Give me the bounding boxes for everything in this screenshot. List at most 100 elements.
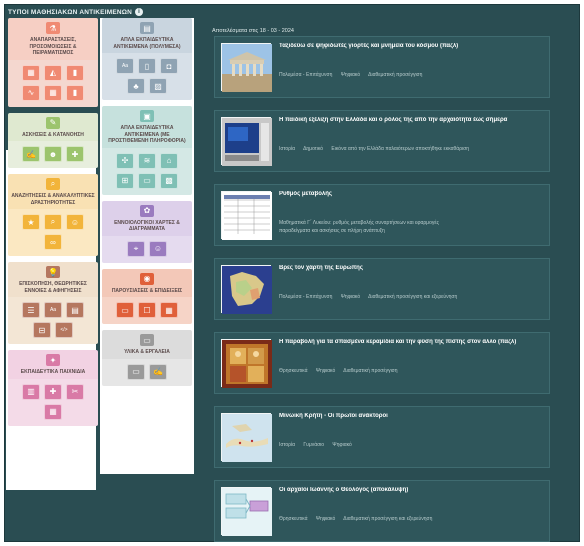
category-tiles: Aa ▯ ◘ ♣ ▨ <box>102 53 192 100</box>
search-icon[interactable]: ⌕ <box>44 214 62 230</box>
bar-chart-icon[interactable]: ▮ <box>66 64 84 81</box>
result-thumbnail[interactable] <box>221 413 272 462</box>
page-icon[interactable]: ▯ <box>138 58 156 74</box>
results-date: Αποτελέσματα στις 18 - 03 - 2024 <box>212 28 294 34</box>
result-meta: Πολυμέσα - Επιτάχυνση Ψηφιακό Διαθεματικ… <box>279 294 458 300</box>
result-meta: Ιστορία Δημοτικό Εικόνα από την Ελλάδα π… <box>279 146 470 152</box>
slides-icon[interactable]: ▭ <box>138 172 156 189</box>
left-category-4[interactable]: ✦ ΕΚΠΑΙΔΕΥΤΙΚΑ ΠΑΙΧΝΙΔΙΑ ▥ ✚ ✂ ▦ <box>8 350 98 426</box>
people-icon[interactable]: ☻ <box>44 146 62 162</box>
category-label: ΑΣΚΗΣΕΙΣ & ΚΑΤΑΝΟΗΣΗ <box>22 131 84 138</box>
puzzle-icon[interactable]: ✚ <box>44 383 62 400</box>
category-tiles: ▦ ◭ ▮ ∿ ▦ ▮ <box>8 59 98 107</box>
person-icon[interactable]: ☺ <box>66 214 84 230</box>
result-thumbnail[interactable] <box>221 265 272 314</box>
puzzle-icon[interactable]: ✚ <box>66 146 84 162</box>
category-header[interactable]: ⌕ ΑΝΑΖΗΤΗΣΕΙΣ & ΑΝΑΚΑΛΥΠΤΙΚΕΣ ΔΡΑΣΤΗΡΙΟΤΗ… <box>8 174 98 209</box>
result-card[interactable]: Μινωική Κρήτη - Οι πρώτοι ανάκτοροι Ιστορ… <box>214 406 550 468</box>
binoculars-icon[interactable]: ∞ <box>44 234 62 250</box>
layout-icon[interactable]: ⊞ <box>116 172 134 189</box>
camera-icon[interactable]: ◘ <box>160 58 178 74</box>
mid-category-3[interactable]: ◉ ΠΑΡΟΥΣΙΑΣΕΙΣ & ΕΠΙΔΕΙΞΕΙΣ ▭ ☐ ▦ <box>102 268 192 324</box>
left-category-1[interactable]: ✎ ΑΣΚΗΣΕΙΣ & ΚΑΤΑΝΟΗΣΗ ✍ ☻ ✚ <box>8 112 98 168</box>
text-icon[interactable]: Aa <box>116 58 134 74</box>
monitor-icon[interactable]: ▭ <box>116 302 134 318</box>
text-icon[interactable]: Aa <box>44 302 62 318</box>
category-label: ΑΝΑΠΑΡΑΣΤΑΣΕΙΣ, ΠΡΟΣΟΜΟΙΩΣΕΙΣ & ΠΕΙΡΑΜΑΤ… <box>29 37 77 56</box>
result-card[interactable]: Βρες τον χάρτη της Ευρώπης Πολυμέσα - Επι… <box>214 258 550 320</box>
category-label: ΠΑΡΟΥΣΙΑΣΕΙΣ & ΕΠΙΔΕΙΞΕΙΣ <box>111 287 183 294</box>
scissors-icon[interactable]: ✂ <box>66 383 84 400</box>
gallery-icon[interactable]: ▩ <box>160 172 178 189</box>
tree-icon[interactable]: ♣ <box>127 78 145 94</box>
result-meta: Πολυμέσα - Επιτάχυνση Ψηφιακό Διαθεματικ… <box>279 72 423 78</box>
mid-category-2[interactable]: ✿ ΕΝΝΟΙΟΛΟΓΙΚΟΙ ΧΑΡΤΕΣ & ΔΙΑΓΡΑΜΜΑΤΑ ⌖ ☺ <box>102 200 192 263</box>
result-card[interactable]: Ταξιδεύω σε ψηφιδωτές γιορτές και μνημεί… <box>214 36 550 98</box>
edit-icon[interactable]: ✍ <box>22 146 40 162</box>
flask-icon: ⚗ <box>46 22 60 34</box>
result-card[interactable]: Η παιδική εξέλιξη στην Ελλάδα και ο ρόλο… <box>214 110 550 172</box>
category-header[interactable]: ▭ ΥΛΙΚΑ & ΕΡΓΑΛΕΙΑ <box>102 330 192 359</box>
left-category-2[interactable]: ⌕ ΑΝΑΖΗΤΗΣΕΙΣ & ΑΝΑΚΑΛΥΠΤΙΚΕΣ ΔΡΑΣΤΗΡΙΟΤΗ… <box>8 174 98 256</box>
category-header[interactable]: ◉ ΠΑΡΟΥΣΙΑΣΕΙΣ & ΕΠΙΔΕΙΞΕΙΣ <box>102 268 192 297</box>
category-header[interactable]: ▤ ΑΠΛΑ ΕΚΠΑΙΔΕΥΤΙΚΑ ΑΝΤΙΚΕΙΜΕΝΑ (ΠΟΛΥΜΕΣΑ… <box>102 18 192 53</box>
board-icon[interactable]: ▦ <box>44 403 62 420</box>
result-title[interactable]: Βρες τον χάρτη της Ευρώπης <box>279 265 543 271</box>
mid-category-4[interactable]: ▭ ΥΛΙΚΑ & ΕΡΓΑΛΕΙΑ ▭ ✍ <box>102 330 192 386</box>
chart-icon[interactable]: ▦ <box>44 84 62 101</box>
cards-icon[interactable]: ▥ <box>22 383 40 400</box>
network-icon[interactable]: ✣ <box>116 152 134 169</box>
left-category-3[interactable]: 💡 ΕΠΙΣΚΟΠΗΣΗ, ΘΕΩΡΗΤΙΚΕΣ ΕΝΝΟΙΕΣ & ΑΦΗΓΗΣ… <box>8 262 98 344</box>
result-meta: Μαθηματικά Γ΄ Λυκείου: ρυθμός μεταβολής … <box>279 220 439 234</box>
result-title[interactable]: Μινωική Κρήτη - Οι πρώτοι ανάκτοροι <box>279 413 543 419</box>
result-title[interactable]: Η παραβολή για τα σπασμένα κεραμίδια και… <box>279 339 543 345</box>
star-icon[interactable]: ★ <box>22 214 40 230</box>
left-category-0[interactable]: ⚗ ΑΝΑΠΑΡΑΣΤΑΣΕΙΣ, ΠΡΟΣΟΜΟΙΩΣΕΙΣ & ΠΕΙΡΑΜΑ… <box>8 18 98 107</box>
mid-category-0[interactable]: ▤ ΑΠΛΑ ΕΚΠΑΙΔΕΥΤΙΚΑ ΑΝΤΙΚΕΙΜΕΝΑ (ΠΟΛΥΜΕΣΑ… <box>102 18 192 100</box>
result-thumbnail[interactable] <box>221 191 272 240</box>
category-header[interactable]: 💡 ΕΠΙΣΚΟΠΗΣΗ, ΘΕΩΡΗΤΙΚΕΣ ΕΝΝΟΙΕΣ & ΑΦΗΓΗΣ… <box>8 262 98 297</box>
result-card[interactable]: Οι αρχαίοι Ιωάννης ο Θεολόγος (αποκάλυψη… <box>214 480 550 542</box>
chart-icon[interactable]: ▦ <box>22 64 40 81</box>
wave-icon[interactable]: ∿ <box>22 84 40 101</box>
result-thumbnail[interactable] <box>221 117 272 166</box>
wifi-icon[interactable]: ≋ <box>138 152 156 169</box>
result-meta: Θρησκευτικά Ψηφιακό Διαθεματική προσέγγι… <box>279 368 398 374</box>
window-icon[interactable]: ▭ <box>127 363 145 380</box>
result-thumbnail[interactable] <box>221 339 272 388</box>
image-icon[interactable]: ▨ <box>149 78 167 94</box>
page-title: ΤΥΠΟΙ ΜΑΘΗΣΙΑΚΩΝ ΑΝΤΙΚΕΙΜΕΝΩΝ <box>8 8 133 16</box>
document-icon[interactable]: ▤ <box>66 302 84 318</box>
result-title[interactable]: Ταξιδεύω σε ψηφιδωτές γιορτές και μνημεί… <box>279 43 543 49</box>
result-thumbnail[interactable] <box>221 43 272 92</box>
result-title[interactable]: Οι αρχαίοι Ιωάννης ο Θεολόγος (αποκάλυψη… <box>279 487 543 493</box>
category-header[interactable]: ⚗ ΑΝΑΠΑΡΑΣΤΑΣΕΙΣ, ΠΡΟΣΟΜΟΙΩΣΕΙΣ & ΠΕΙΡΑΜΑ… <box>8 18 98 60</box>
timeline-icon[interactable]: ⊟ <box>33 322 51 338</box>
mid-category-1[interactable]: ▣ ΑΠΛΑ ΕΚΠΑΙΔΕΥΤΙΚΑ ΑΝΤΙΚΕΙΜΕΝΑ (ΜΕ ΠΡΟΣΤ… <box>102 106 192 195</box>
result-title[interactable]: Η παιδική εξέλιξη στην Ελλάδα και ο ρόλο… <box>279 117 543 123</box>
result-thumbnail[interactable] <box>221 487 272 536</box>
category-header[interactable]: ✿ ΕΝΝΟΙΟΛΟΓΙΚΟΙ ΧΑΡΤΕΣ & ΔΙΑΓΡΑΜΜΑΤΑ <box>102 200 192 236</box>
category-header[interactable]: ▣ ΑΠΛΑ ΕΚΠΑΙΔΕΥΤΙΚΑ ΑΝΤΙΚΕΙΜΕΝΑ (ΜΕ ΠΡΟΣΤ… <box>102 106 192 148</box>
bucket-icon[interactable]: ◭ <box>44 64 62 81</box>
pencil-icon: ✎ <box>46 116 60 129</box>
category-label: ΕΚΠΑΙΔΕΥΤΙΚΑ ΠΑΙΧΝΙΔΙΑ <box>20 369 86 375</box>
info-icon[interactable]: i <box>135 8 144 16</box>
building-icon[interactable]: ⌂ <box>160 152 178 169</box>
edit-icon[interactable]: ✍ <box>149 363 167 380</box>
category-header[interactable]: ✦ ΕΚΠΑΙΔΕΥΤΙΚΑ ΠΑΙΧΝΙΔΙΑ <box>8 350 98 379</box>
list-icon[interactable]: ☰ <box>22 302 40 318</box>
person-icon[interactable]: ☺ <box>149 240 167 257</box>
category-label: ΑΠΛΑ ΕΚΠΑΙΔΕΥΤΙΚΑ ΑΝΤΙΚΕΙΜΕΝΑ (ΠΟΛΥΜΕΣΑ) <box>113 37 181 50</box>
category-header[interactable]: ✎ ΑΣΚΗΣΕΙΣ & ΚΑΤΑΝΟΗΣΗ <box>8 112 98 141</box>
bar-chart-icon[interactable]: ▮ <box>66 84 84 101</box>
category-label: ΕΠΙΣΚΟΠΗΣΗ, ΘΕΩΡΗΤΙΚΕΣ ΕΝΝΟΙΕΣ & ΑΦΗΓΗΣΕ… <box>19 281 87 294</box>
board-icon[interactable]: ▦ <box>160 302 178 318</box>
result-title[interactable]: Ρυθμός μεταβολής <box>279 191 543 197</box>
eye-icon: ◉ <box>140 272 154 285</box>
chat-icon[interactable]: ☐ <box>138 302 156 318</box>
result-card[interactable]: Η παραβολή για τα σπασμένα κεραμίδια και… <box>214 332 550 394</box>
result-card[interactable]: Ρυθμός μεταβολής Μαθηματικά Γ΄ Λυκείου: ρ… <box>214 184 550 246</box>
code-icon[interactable]: </> <box>55 322 73 338</box>
map-icon[interactable]: ⌖ <box>127 240 145 257</box>
